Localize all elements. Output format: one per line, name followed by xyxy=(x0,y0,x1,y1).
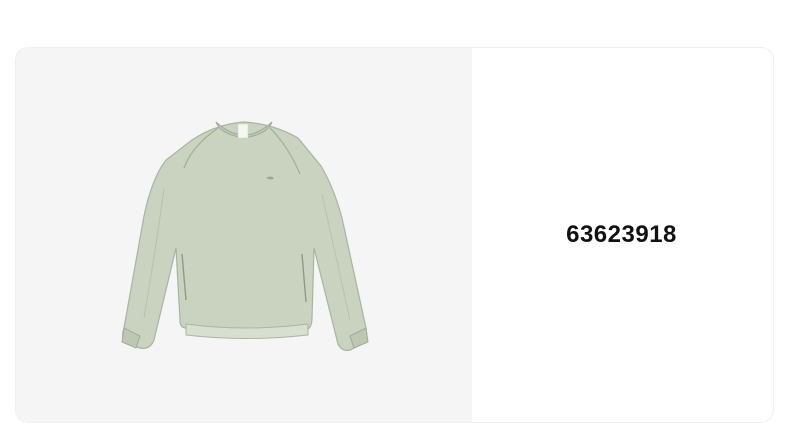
neck-label xyxy=(237,123,249,139)
product-id: 63623918 xyxy=(566,221,677,248)
product-info-panel: 63623918 xyxy=(472,48,773,422)
product-image-panel[interactable] xyxy=(16,48,472,422)
sweatshirt-body xyxy=(122,121,368,351)
product-card[interactable]: 63623918 xyxy=(16,48,773,422)
sweatshirt-image xyxy=(121,121,369,351)
